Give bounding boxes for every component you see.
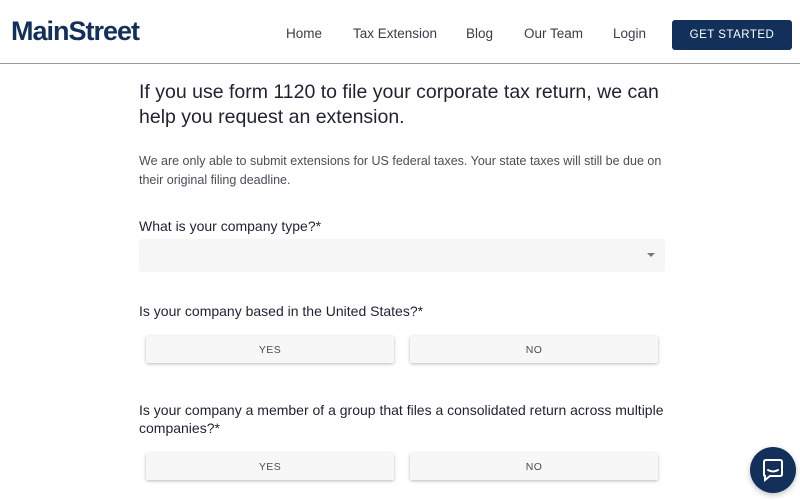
- page-headline: If you use form 1120 to file your corpor…: [139, 81, 659, 128]
- us-based-label: Is your company based in the United Stat…: [139, 303, 424, 319]
- consolidated-no-button[interactable]: NO: [410, 453, 658, 480]
- get-started-button[interactable]: GET STARTED: [672, 20, 792, 50]
- consolidated-yes-button[interactable]: YES: [146, 453, 394, 480]
- nav-our-team[interactable]: Our Team: [524, 26, 583, 41]
- nav-home[interactable]: Home: [286, 26, 322, 41]
- nav-tax-extension[interactable]: Tax Extension: [353, 26, 437, 41]
- nav-blog[interactable]: Blog: [466, 26, 493, 41]
- intro-text: We are only able to submit extensions fo…: [139, 154, 662, 187]
- consolidated-return-label: Is your company a member of a group that…: [139, 402, 664, 436]
- chat-launcher-button[interactable]: [750, 447, 796, 493]
- mainstreet-logo[interactable]: MainStreet: [11, 16, 140, 47]
- us-based-no-button[interactable]: NO: [410, 336, 658, 363]
- nav-login[interactable]: Login: [613, 26, 646, 41]
- company-type-label: What is your company type?*: [139, 218, 322, 234]
- chat-bubble-icon: [763, 459, 783, 482]
- company-type-select[interactable]: [139, 239, 665, 272]
- site-header: MainStreet Home Tax Extension Blog Our T…: [0, 0, 800, 64]
- us-based-yes-button[interactable]: YES: [146, 336, 394, 363]
- caret-down-icon: [647, 253, 655, 257]
